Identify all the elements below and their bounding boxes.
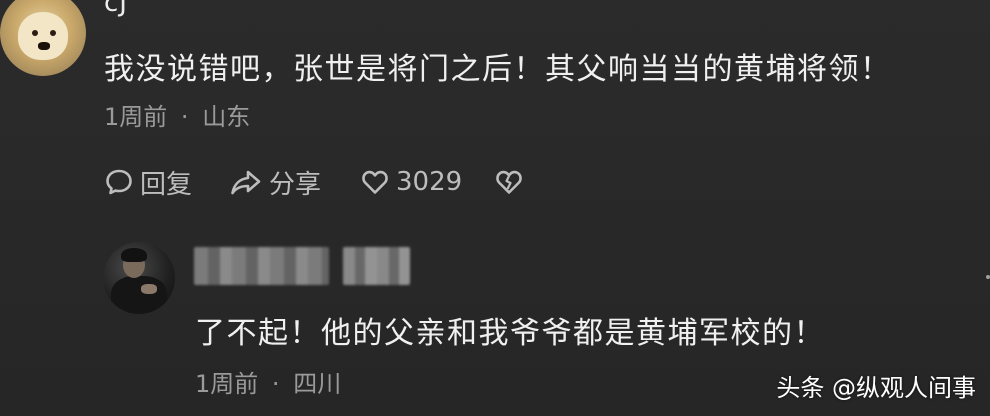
reply-meta: 1周前 · 四川 bbox=[195, 364, 341, 399]
blur-block bbox=[342, 247, 410, 285]
reply-location: 四川 bbox=[293, 370, 342, 398]
comment-bubble-icon bbox=[104, 167, 134, 197]
like-button[interactable]: 3029 bbox=[360, 167, 494, 197]
avatar-figure-hair bbox=[121, 248, 147, 262]
dislike-button[interactable] bbox=[494, 167, 524, 197]
reply-avatar[interactable] bbox=[103, 242, 175, 314]
reply-label: 回复 bbox=[140, 169, 193, 200]
avatar-figure-body bbox=[111, 276, 167, 314]
avatar-eye-left bbox=[32, 30, 38, 36]
scroll-indicator bbox=[986, 275, 990, 279]
broken-heart-icon bbox=[494, 167, 524, 197]
avatar-eye-right bbox=[50, 30, 56, 36]
like-count: 3029 bbox=[396, 167, 463, 197]
avatar[interactable] bbox=[0, 0, 86, 76]
avatar-figure-hand bbox=[141, 284, 157, 294]
share-button[interactable]: 分享 bbox=[229, 164, 360, 201]
heart-icon bbox=[360, 167, 390, 197]
reply-username-blurred[interactable] bbox=[194, 247, 410, 285]
comment-thread: cJ 我没说错吧，张世是将门之后！其父响当当的黄埔将领！ 1周前 · 山东 回复… bbox=[0, 0, 990, 416]
reply-time: 1周前 bbox=[195, 370, 259, 398]
comment-actions: 回复 分享 3029 bbox=[104, 162, 524, 202]
share-arrow-icon bbox=[229, 167, 263, 197]
reply-button[interactable]: 回复 bbox=[104, 164, 229, 201]
comment-text: 我没说错吧，张世是将门之后！其父响当当的黄埔将领！ bbox=[104, 52, 892, 87]
meta-separator: · bbox=[180, 103, 189, 131]
comment-time: 1周前 bbox=[104, 103, 168, 131]
avatar-nose bbox=[38, 42, 50, 50]
comment-username[interactable]: cJ bbox=[104, 0, 128, 18]
watermark: 头条 @纵观人间事 bbox=[776, 374, 976, 402]
reply-text: 了不起！他的父亲和我爷爷都是黄埔军校的！ bbox=[195, 316, 825, 351]
blur-block bbox=[194, 247, 329, 285]
comment-meta: 1周前 · 山东 bbox=[104, 97, 250, 132]
share-label: 分享 bbox=[269, 169, 322, 200]
avatar-dog-face bbox=[18, 12, 68, 60]
meta-separator: · bbox=[271, 370, 280, 398]
comment-location: 山东 bbox=[202, 103, 251, 131]
